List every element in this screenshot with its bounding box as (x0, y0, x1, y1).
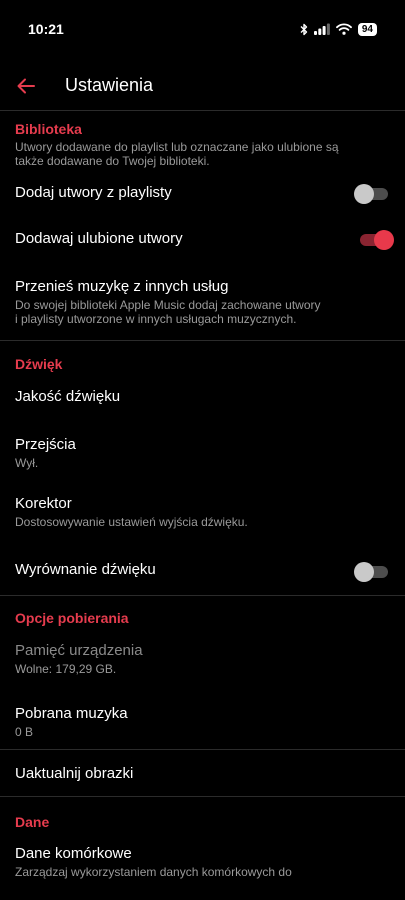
equalizer-label: Korektor (15, 495, 72, 512)
cellular-data-row[interactable]: Dane komórkowe Zarządzaj wykorzystaniem … (0, 830, 405, 879)
device-storage-label: Pamięć urządzenia (15, 642, 143, 659)
section-header-downloads: Opcje pobierania (15, 610, 129, 626)
transfer-music-desc-line2: i playlisty utworzone w innych usługach … (15, 312, 297, 326)
library-description-line1: Utwory dodawane do playlist lub oznaczan… (15, 140, 339, 154)
downloaded-music-value: 0 B (15, 725, 34, 739)
page-title: Ustawienia (65, 75, 154, 95)
battery-icon: 94 (357, 22, 377, 36)
add-favorites-label: Dodawaj ulubione utwory (15, 230, 183, 247)
cellular-data-label: Dane komórkowe (15, 845, 132, 862)
transfer-music-label: Przenieś muzykę z innych usług (15, 278, 229, 295)
add-favorites-toggle[interactable] (360, 230, 394, 250)
update-artwork-label: Uaktualnij obrazki (15, 765, 134, 782)
crossfade-row[interactable]: Przejścia Wył. (0, 420, 405, 484)
settings-list: Biblioteka Utwory dodawane do playlist l… (0, 111, 405, 879)
add-from-playlists-label: Dodaj utwory z playlisty (15, 184, 172, 201)
equalizer-row[interactable]: Korektor Dostosowywanie ustawień wyjścia… (0, 484, 405, 547)
downloaded-music-row[interactable]: Pobrana muzyka 0 B (0, 691, 405, 749)
wifi-icon (335, 23, 352, 35)
library-section: Biblioteka Utwory dodawane do playlist l… (0, 111, 405, 340)
app-bar: Ustawienia (0, 60, 405, 111)
status-time: 10:21 (28, 21, 64, 37)
library-description: Utwory dodawane do playlist lub oznaczan… (0, 140, 405, 168)
crossfade-value: Wył. (15, 456, 39, 470)
sound-section: Dźwięk Jakość dźwięku Przejścia Wył. Kor… (0, 341, 405, 595)
transfer-music-row[interactable]: Przenieś muzykę z innych usług Do swojej… (0, 264, 405, 340)
downloaded-music-label: Pobrana muzyka (15, 705, 128, 722)
toggle-knob (374, 230, 394, 250)
add-from-playlists-row[interactable]: Dodaj utwory z playlisty (0, 168, 405, 216)
toggle-knob (354, 562, 374, 582)
section-header-library: Biblioteka (15, 121, 82, 137)
status-bar: 10:21 94 (0, 0, 405, 60)
sound-quality-row[interactable]: Jakość dźwięku (0, 372, 405, 420)
transfer-music-desc-line1: Do swojej biblioteki Apple Music dodaj z… (15, 298, 321, 312)
add-favorites-row[interactable]: Dodawaj ulubione utwory (0, 216, 405, 264)
normalization-label: Wyrównanie dźwięku (15, 561, 156, 578)
status-icons: 94 (300, 22, 377, 36)
cellular-data-desc: Zarządzaj wykorzystaniem danych komórkow… (15, 865, 292, 879)
back-arrow-icon[interactable] (14, 74, 38, 98)
normalization-toggle[interactable] (354, 562, 388, 582)
section-header-sound: Dźwięk (15, 356, 63, 372)
section-header-data: Dane (15, 814, 50, 830)
equalizer-desc: Dostosowywanie ustawień wyjścia dźwięku. (15, 515, 248, 529)
toggle-knob (354, 184, 374, 204)
bluetooth-icon (300, 23, 308, 35)
update-artwork-row[interactable]: Uaktualnij obrazki (0, 750, 405, 796)
transfer-music-desc: Do swojej biblioteki Apple Music dodaj z… (15, 298, 390, 326)
device-storage-row: Pamięć urządzenia Wolne: 179,29 GB. (0, 626, 405, 691)
sound-quality-label: Jakość dźwięku (15, 388, 121, 405)
download-options-section: Opcje pobierania Pamięć urządzenia Wolne… (0, 596, 405, 796)
add-from-playlists-toggle[interactable] (354, 184, 388, 204)
signal-icon (313, 23, 330, 35)
data-section: Dane Dane komórkowe Zarządzaj wykorzysta… (0, 797, 405, 879)
normalization-row[interactable]: Wyrównanie dźwięku (0, 547, 405, 595)
crossfade-label: Przejścia (15, 436, 76, 453)
library-description-line2: także dodawane do Twojej biblioteki. (15, 154, 210, 168)
device-storage-value: Wolne: 179,29 GB. (15, 662, 117, 676)
